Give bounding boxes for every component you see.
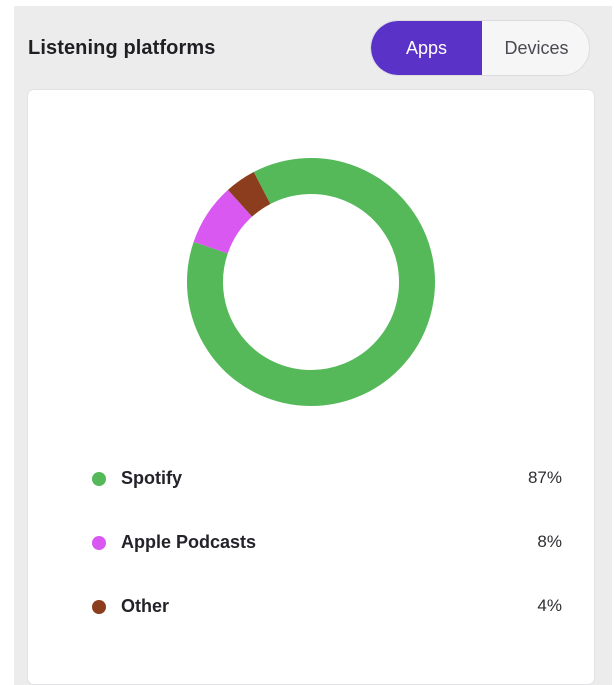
panel-header: Listening platforms Apps Devices (14, 6, 612, 88)
panel-title: Listening platforms (28, 37, 216, 59)
legend-dot-apple-podcasts (92, 536, 106, 550)
legend-value: 8% (537, 532, 562, 551)
listening-platforms-panel: Listening platforms Apps Devices Spotify… (14, 6, 612, 685)
donut-chart (187, 158, 435, 406)
legend-value: 87% (527, 468, 562, 487)
chart-card: Spotify 87% Apple Podcasts 8% Other 4% (28, 90, 594, 684)
tab-devices[interactable]: Devices (482, 21, 589, 75)
legend-item-apple-podcasts: Apple Podcasts 8% (92, 529, 562, 559)
legend-item-other: Other 4% (92, 593, 562, 623)
tab-apps[interactable]: Apps (371, 21, 482, 75)
legend-label: Spotify (121, 468, 182, 488)
donut-slice-apple-podcasts (193, 189, 253, 255)
donut-slice-other (227, 172, 271, 218)
legend-dot-spotify (92, 472, 106, 486)
apps-devices-toggle[interactable]: Apps Devices (370, 20, 590, 76)
legend-label: Apple Podcasts (121, 532, 257, 552)
legend-value: 4% (537, 596, 562, 615)
legend-dot-other (92, 600, 106, 614)
legend-item-spotify: Spotify 87% (92, 465, 562, 495)
legend-label: Other (121, 596, 170, 616)
